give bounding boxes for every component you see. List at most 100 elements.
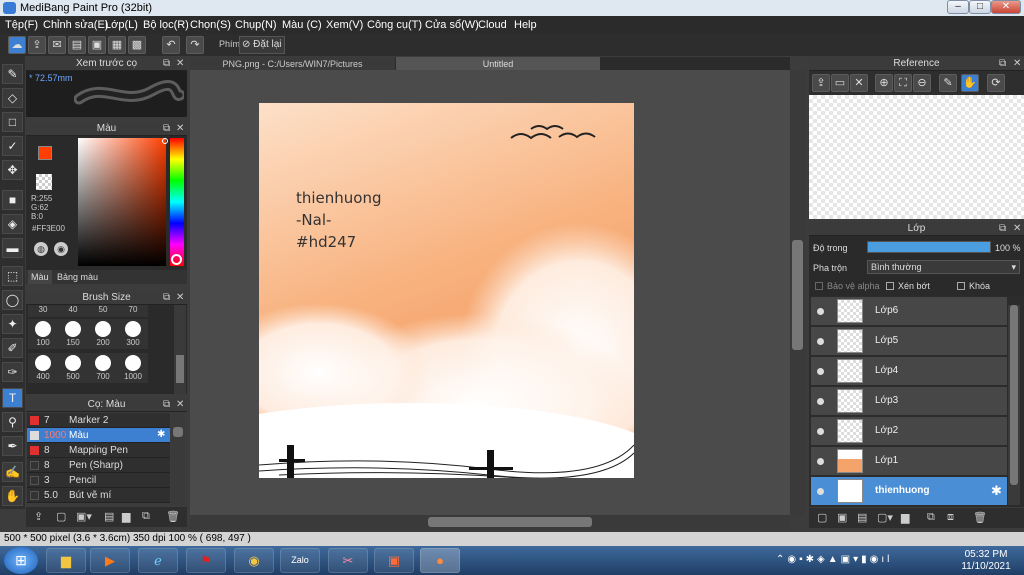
start-button[interactable]: ⊞ [4,547,38,574]
layer-row[interactable]: Lớp6 [811,297,1007,326]
new-brush-icon[interactable]: ▢ [56,510,66,523]
maximize-button[interactable]: □ [969,0,991,14]
canvas-hscrollbar[interactable] [190,515,790,529]
scroll-thumb[interactable] [1010,305,1018,485]
fill-rect-tool-icon[interactable]: ■ [2,190,23,210]
lock-checkbox[interactable] [957,282,965,290]
panel-close-icon[interactable]: ✕ [176,291,184,305]
system-tray-icons[interactable]: ⌃◉▪✱◈▲▣▾▮◉ıl [776,554,892,565]
close-icon[interactable]: ✕ [850,74,868,92]
brush-tool-icon[interactable]: ✎ [2,64,23,84]
undo-icon[interactable]: ↶ [162,36,180,54]
eye-icon[interactable] [817,368,824,375]
brush-item-selected[interactable]: 1000 Màu ✱ [27,428,170,443]
layer-scrollbar[interactable] [1008,305,1020,505]
eye-icon[interactable] [817,458,824,465]
brush-size-cell[interactable]: 200 [88,319,118,349]
reference-canvas[interactable] [809,95,1024,219]
zoom-out-icon[interactable]: ⊖ [913,74,931,92]
brush-import-icon[interactable]: ▤ [104,510,114,523]
brush-size-cell[interactable]: 40 [58,305,88,317]
lasso-tool-icon[interactable]: ◯ [2,290,23,310]
eye-icon[interactable] [817,398,824,405]
brush-size-cell[interactable]: 300 [118,319,148,349]
eyedropper-tool-icon[interactable]: ✒ [2,436,23,456]
merge-icon[interactable]: ⧈ [947,511,954,524]
add-brush-icon[interactable]: ⇪ [34,510,43,523]
divide-tool-icon[interactable]: ⚲ [2,412,23,432]
menu-color[interactable]: Màu (C) [282,19,322,31]
scroll-thumb[interactable] [176,355,184,383]
scroll-thumb[interactable] [428,517,592,527]
open-folder-icon[interactable]: ▭ [831,74,849,92]
undock-icon[interactable]: ⧉ [163,57,170,71]
presentation-icon[interactable]: ▣ [374,548,414,573]
tab-untitled[interactable]: Untitled [396,57,600,71]
layer-row[interactable]: Lớp4 [811,357,1007,386]
comment-icon[interactable]: ✉ [48,36,66,54]
text-tool-icon[interactable]: T [2,388,23,408]
trash-icon[interactable]: 🗑 [166,510,180,523]
brush-list-scrollbar[interactable] [171,413,185,505]
brush-item[interactable]: 8 Mapping Pen [27,443,170,458]
medibang-icon[interactable]: ● [420,548,460,573]
move-tool-icon[interactable]: ✥ [2,160,23,180]
trash-icon[interactable]: 🗑 [973,511,987,524]
tiles-icon[interactable]: ▩ [128,36,146,54]
menu-window[interactable]: Cửa sổ(W) [425,19,479,31]
brush-item[interactable]: 5.0 Bút vẽ mí [27,488,170,503]
upload-icon[interactable]: ⇪ [812,74,830,92]
eraser-tool-icon[interactable]: ◇ [2,88,23,108]
brush-size-cell[interactable]: 500 [58,353,88,383]
redo-icon[interactable]: ↷ [186,36,204,54]
cloud-icon[interactable]: ☁ [8,36,26,54]
menu-cloud[interactable]: Cloud [478,19,507,31]
pdf-icon[interactable]: ⚑ [186,548,226,573]
duplicate-icon[interactable]: ⧉ [927,511,935,524]
layer-row[interactable]: Lớp1 [811,447,1007,476]
document-canvas[interactable]: thienhuong -Nal- #hd247 [259,103,634,478]
duplicate-icon[interactable]: ⧉ [142,510,150,523]
layer-row-selected[interactable]: thienhuong ✱ [811,477,1007,506]
color-settings-icon[interactable]: ◉ [54,242,68,256]
brush-item[interactable]: 8 Pen (Sharp) [27,458,170,473]
brush-size-scrollbar[interactable] [174,305,186,394]
scroll-thumb[interactable] [792,240,803,350]
brush-size-cell[interactable]: 70 [118,305,148,317]
rect-tool-icon[interactable]: □ [2,112,23,132]
undock-icon[interactable]: ⧉ [999,57,1006,71]
new-1bit-layer-icon[interactable]: ▤ [857,511,867,524]
folder-icon[interactable]: ▆ [122,510,130,523]
menu-filter[interactable]: Bộ lọc(R) [143,19,189,31]
undock-icon[interactable]: ⧉ [999,222,1006,236]
snap-reset-button[interactable]: ⊘ Đặt lại [239,36,285,54]
menu-capture[interactable]: Chụp(N) [235,19,277,31]
brush-item[interactable]: 3 Pencil [27,473,170,488]
magic-wand-tool-icon[interactable]: ✦ [2,314,23,334]
hue-cursor[interactable] [171,254,182,265]
brush-size-cell[interactable]: 50 [88,305,118,317]
rotate-icon[interactable]: ⟳ [987,74,1005,92]
brush-size-cell[interactable]: 400 [28,353,58,383]
blend-mode-select[interactable]: Bình thường ▾ [867,260,1020,274]
panel-close-icon[interactable]: ✕ [176,398,184,412]
gradient-tool-icon[interactable]: ▬ [2,238,23,258]
grid-icon[interactable]: ▦ [108,36,126,54]
brush-item[interactable]: 7 Marker 2 [27,413,170,428]
chrome-icon[interactable]: ◉ [234,548,274,573]
canvas-area[interactable]: thienhuong -Nal- #hd247 [190,70,790,515]
scroll-thumb[interactable] [173,427,183,437]
brush-size-cell[interactable]: 30 [28,305,58,317]
dot-tool-icon[interactable]: ✓ [2,136,23,156]
eye-icon[interactable] [817,308,824,315]
brush-size-cell[interactable]: 100 [28,319,58,349]
opacity-slider[interactable] [867,241,991,253]
explorer-icon[interactable]: ▆ [46,548,86,573]
select-eraser-tool-icon[interactable]: ✑ [2,362,23,382]
menu-edit[interactable]: Chỉnh sửa(E) [43,19,108,31]
tab-png-file[interactable]: PNG.png - C:/Users/WIN7/Pictures [190,57,395,71]
menu-view[interactable]: Xem(V) [326,19,363,31]
tab-color[interactable]: Màu [28,270,52,284]
panel-close-icon[interactable]: ✕ [1013,222,1021,236]
layer-row[interactable]: Lớp5 [811,327,1007,356]
